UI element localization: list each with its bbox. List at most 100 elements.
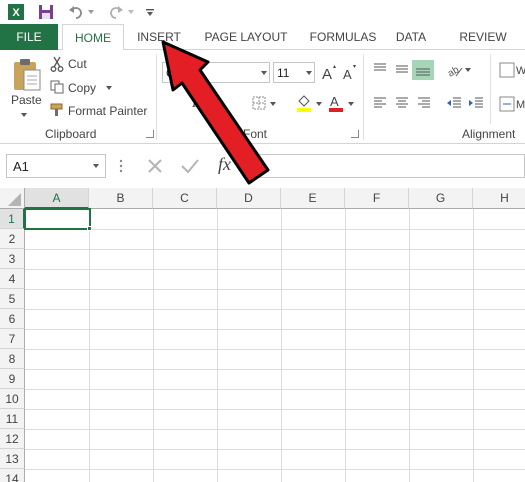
copy-dropdown-icon[interactable] bbox=[106, 86, 112, 90]
undo-dropdown-icon[interactable] bbox=[86, 2, 96, 22]
font-color-dropdown-icon[interactable] bbox=[348, 102, 354, 106]
font-name-value: C bbox=[166, 66, 175, 80]
undo-icon[interactable] bbox=[66, 2, 86, 22]
grow-font-icon[interactable]: A bbox=[321, 63, 337, 84]
excel-icon[interactable]: X bbox=[6, 2, 26, 22]
row-header[interactable]: 10 bbox=[0, 389, 25, 409]
name-box[interactable]: A1 bbox=[6, 154, 106, 178]
copy-button[interactable]: Copy bbox=[68, 81, 96, 95]
borders-dropdown-icon[interactable] bbox=[270, 102, 276, 106]
gridline bbox=[25, 429, 525, 430]
tab-home[interactable]: HOME bbox=[62, 24, 124, 51]
svg-text:W: W bbox=[516, 65, 525, 77]
name-box-value: A1 bbox=[13, 159, 29, 174]
tab-review[interactable]: REVIEW bbox=[454, 24, 512, 50]
fill-color-dropdown-icon[interactable] bbox=[316, 102, 322, 106]
insert-function-button[interactable]: fx bbox=[218, 154, 231, 175]
top-align-icon[interactable] bbox=[372, 62, 388, 79]
font-name-select[interactable]: C bbox=[162, 62, 270, 83]
formula-input[interactable] bbox=[243, 154, 525, 178]
svg-text:X: X bbox=[12, 7, 20, 19]
tab-insert[interactable]: INSERT bbox=[130, 24, 188, 50]
customize-icon[interactable] bbox=[144, 2, 156, 22]
fill-color-icon[interactable] bbox=[296, 94, 312, 115]
paste-button[interactable]: Paste bbox=[11, 93, 42, 107]
column-header[interactable]: D bbox=[217, 188, 281, 209]
spreadsheet-grid: A B C D E F G H 1 2 3 4 5 6 7 8 9 10 11 … bbox=[0, 188, 525, 482]
clipboard-launcher-icon[interactable] bbox=[146, 130, 154, 138]
format-painter-icon[interactable] bbox=[50, 103, 66, 120]
name-box-dropdown-icon bbox=[93, 164, 99, 168]
gridline bbox=[25, 469, 525, 470]
gridline bbox=[25, 269, 525, 270]
font-size-dropdown-icon bbox=[306, 71, 312, 75]
orientation-icon[interactable]: ab bbox=[446, 62, 464, 81]
tab-page-layout[interactable]: PAGE LAYOUT bbox=[200, 24, 292, 50]
gridline bbox=[25, 329, 525, 330]
format-painter-button[interactable]: Format Painter bbox=[68, 104, 147, 118]
group-divider bbox=[363, 54, 364, 140]
wrap-text-icon[interactable]: W bbox=[499, 62, 525, 81]
paste-dropdown-icon[interactable] bbox=[21, 113, 27, 117]
row-header[interactable]: 14 bbox=[0, 469, 25, 482]
tab-formulas[interactable]: FORMULAS bbox=[304, 24, 382, 50]
paste-icon[interactable] bbox=[12, 58, 42, 95]
align-left-icon[interactable] bbox=[372, 96, 388, 113]
bottom-align-icon[interactable] bbox=[412, 60, 434, 80]
tab-file[interactable]: FILE bbox=[0, 24, 58, 50]
cancel-icon[interactable] bbox=[146, 157, 164, 178]
group-divider bbox=[490, 54, 491, 124]
row-header[interactable]: 9 bbox=[0, 369, 25, 389]
row-header[interactable]: 13 bbox=[0, 449, 25, 469]
select-all-button[interactable] bbox=[0, 188, 25, 209]
font-launcher-icon[interactable] bbox=[351, 130, 359, 138]
ribbon-tabs: FILE HOME INSERT PAGE LAYOUT FORMULAS DA… bbox=[0, 24, 525, 51]
borders-icon[interactable] bbox=[252, 96, 266, 113]
save-icon[interactable] bbox=[36, 2, 56, 22]
svg-text:I: I bbox=[191, 96, 198, 110]
gridline bbox=[25, 249, 525, 250]
increase-indent-icon[interactable] bbox=[468, 96, 484, 113]
ribbon: Paste Cut Copy Format Painter Clipboard … bbox=[0, 50, 525, 144]
row-header[interactable]: 7 bbox=[0, 329, 25, 349]
cut-icon[interactable] bbox=[50, 56, 64, 75]
row-header[interactable]: 2 bbox=[0, 229, 25, 249]
column-header[interactable]: C bbox=[153, 188, 217, 209]
orientation-dropdown-icon[interactable] bbox=[465, 68, 471, 72]
align-right-icon[interactable] bbox=[416, 96, 432, 113]
gridline bbox=[25, 289, 525, 290]
tab-data[interactable]: DATA bbox=[392, 24, 430, 50]
font-size-select[interactable]: 11 bbox=[273, 62, 315, 83]
row-header[interactable]: 4 bbox=[0, 269, 25, 289]
font-color-icon[interactable]: A bbox=[328, 94, 344, 115]
column-header[interactable]: E bbox=[281, 188, 345, 209]
column-header[interactable]: F bbox=[345, 188, 409, 209]
row-header[interactable]: 5 bbox=[0, 289, 25, 309]
gridline bbox=[25, 369, 525, 370]
column-header[interactable]: H bbox=[473, 188, 525, 209]
row-header[interactable]: 1 bbox=[0, 209, 25, 229]
italic-icon[interactable]: I bbox=[190, 94, 202, 113]
row-header[interactable]: 6 bbox=[0, 309, 25, 329]
font-size-value: 11 bbox=[277, 66, 290, 80]
column-header[interactable]: A bbox=[25, 188, 89, 209]
cut-button[interactable]: Cut bbox=[68, 57, 87, 71]
formula-bar-handle-icon[interactable] bbox=[119, 158, 123, 177]
active-cell-a1[interactable] bbox=[24, 208, 91, 230]
shrink-font-icon[interactable]: A bbox=[342, 63, 358, 84]
column-header[interactable]: B bbox=[89, 188, 153, 209]
decrease-indent-icon[interactable] bbox=[446, 96, 462, 113]
enter-icon[interactable] bbox=[180, 157, 200, 178]
column-header[interactable]: G bbox=[409, 188, 473, 209]
merge-center-icon[interactable]: M bbox=[499, 96, 525, 115]
row-header[interactable]: 8 bbox=[0, 349, 25, 369]
row-header[interactable]: 3 bbox=[0, 249, 25, 269]
middle-align-icon[interactable] bbox=[394, 62, 410, 79]
row-header[interactable]: 11 bbox=[0, 409, 25, 429]
align-center-icon[interactable] bbox=[394, 96, 410, 113]
fill-handle[interactable] bbox=[87, 226, 92, 231]
copy-icon[interactable] bbox=[50, 80, 64, 97]
redo-icon[interactable] bbox=[106, 2, 126, 22]
redo-dropdown-icon[interactable] bbox=[126, 2, 136, 22]
row-header[interactable]: 12 bbox=[0, 429, 25, 449]
